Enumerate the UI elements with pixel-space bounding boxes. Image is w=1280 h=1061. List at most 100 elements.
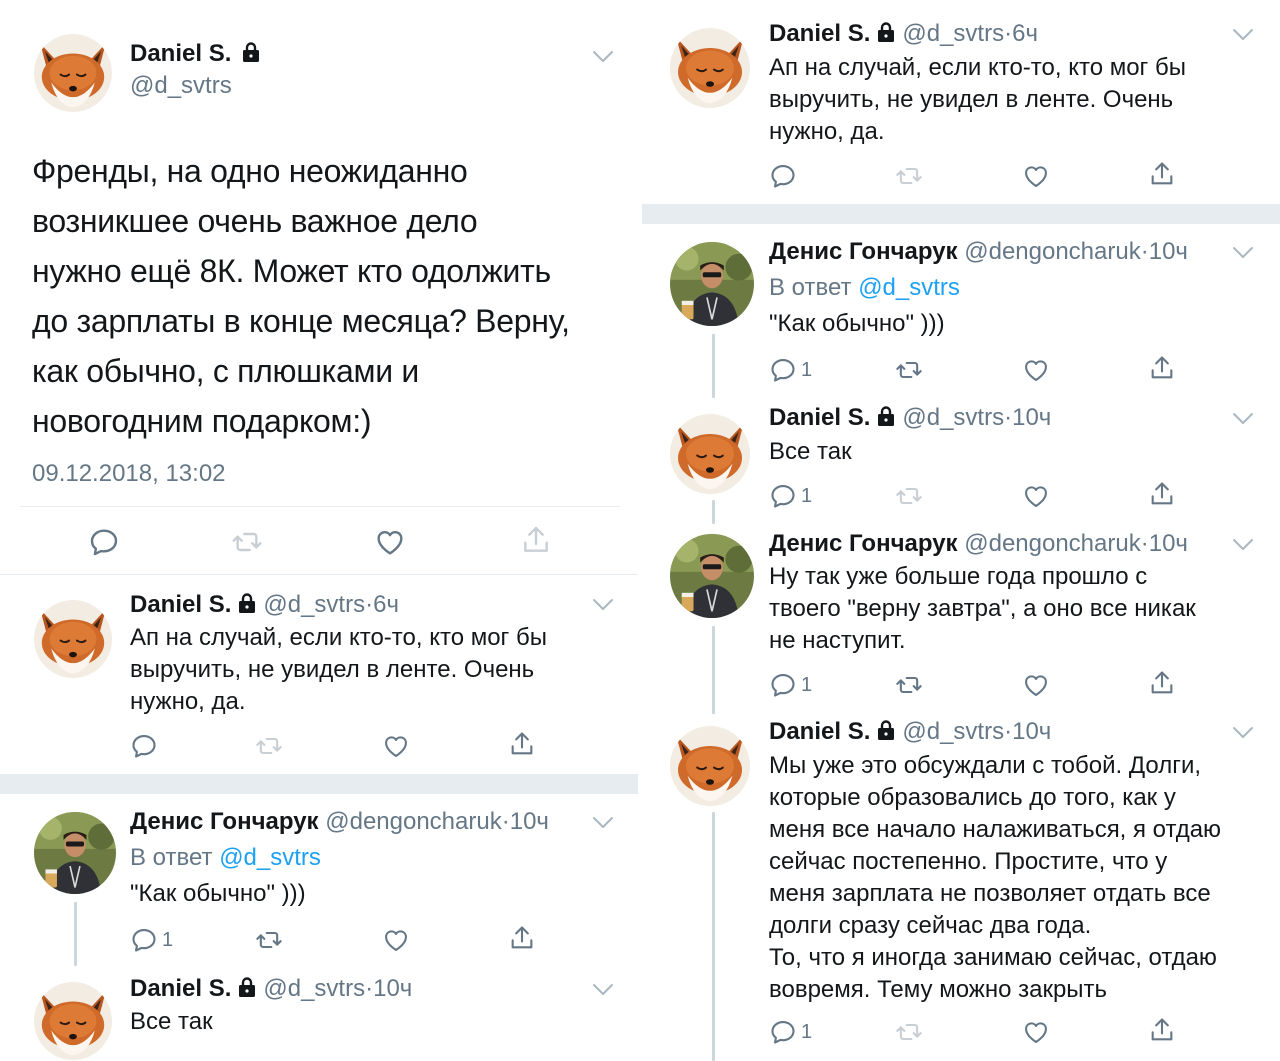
- chevron-down-icon[interactable]: [1232, 28, 1254, 42]
- author-name[interactable]: Daniel S.: [769, 718, 870, 745]
- person-avatar-icon: [670, 242, 754, 326]
- chevron-down-icon[interactable]: [592, 598, 614, 612]
- reply-button[interactable]: 1: [769, 1018, 812, 1046]
- retweet-button[interactable]: [254, 926, 284, 954]
- avatar[interactable]: [670, 242, 754, 326]
- share-button[interactable]: [1148, 354, 1176, 382]
- author-handle[interactable]: @d_svtrs: [263, 975, 365, 1002]
- like-button[interactable]: [1022, 356, 1050, 384]
- tweet-time[interactable]: 6ч: [373, 591, 399, 618]
- chevron-down-icon[interactable]: [592, 816, 614, 830]
- author-handle[interactable]: @d_svtrs: [902, 718, 1004, 745]
- author-name[interactable]: Денис Гончарук: [769, 530, 958, 557]
- tweet-time[interactable]: 10ч: [1012, 718, 1051, 745]
- tweet-text: Все так: [130, 1008, 213, 1035]
- chevron-down-icon[interactable]: [1232, 538, 1254, 552]
- like-button[interactable]: [1022, 162, 1050, 190]
- avatar[interactable]: [670, 726, 750, 806]
- like-button[interactable]: [382, 732, 410, 760]
- author-name[interactable]: Денис Гончарук: [130, 808, 319, 835]
- reply-button[interactable]: 1: [769, 482, 812, 510]
- tweet-time[interactable]: 10ч: [373, 975, 412, 1002]
- retweet-button[interactable]: [894, 671, 924, 699]
- lock-icon: [876, 719, 896, 741]
- like-button[interactable]: [382, 926, 410, 954]
- author-name[interactable]: Daniel S.: [130, 591, 231, 618]
- chevron-down-icon[interactable]: [1232, 246, 1254, 260]
- retweet-icon: [230, 526, 264, 558]
- avatar[interactable]: [34, 34, 112, 112]
- author-name[interactable]: Денис Гончарук: [769, 238, 958, 265]
- reply-icon: [769, 482, 797, 510]
- like-button[interactable]: [374, 526, 406, 558]
- author-name[interactable]: Daniel S.: [130, 40, 267, 68]
- share-button[interactable]: [1148, 669, 1176, 697]
- retweet-button[interactable]: [254, 732, 284, 760]
- reply-icon: [769, 671, 797, 699]
- avatar[interactable]: [34, 982, 112, 1060]
- reply-button[interactable]: [88, 526, 120, 558]
- chevron-down-icon[interactable]: [1232, 726, 1254, 740]
- reply-button[interactable]: 1: [769, 356, 812, 384]
- chevron-down-icon[interactable]: [1232, 412, 1254, 426]
- author-handle[interactable]: @d_svtrs: [902, 404, 1004, 431]
- chevron-down-icon[interactable]: [592, 983, 614, 997]
- author-name[interactable]: Daniel S.: [769, 404, 870, 431]
- share-icon: [1148, 1016, 1176, 1044]
- share-button[interactable]: [1148, 480, 1176, 508]
- tweet-time[interactable]: 10ч: [1012, 404, 1051, 431]
- thread-line: [712, 812, 715, 1061]
- like-button[interactable]: [1022, 671, 1050, 699]
- author-handle[interactable]: @dengoncharuk: [325, 808, 501, 835]
- author-handle[interactable]: @dengoncharuk: [964, 238, 1140, 265]
- retweet-button[interactable]: [894, 162, 924, 190]
- author-handle[interactable]: @d_svtrs: [263, 591, 365, 618]
- author-handle[interactable]: @dengoncharuk: [964, 530, 1140, 557]
- author-handle[interactable]: @d_svtrs: [130, 72, 232, 100]
- share-button[interactable]: [508, 730, 536, 758]
- reply-context: В ответ @d_svtrs: [130, 842, 321, 874]
- heart-icon: [1022, 482, 1050, 510]
- retweet-button[interactable]: [894, 1018, 924, 1046]
- reply-button[interactable]: 1: [130, 926, 173, 954]
- share-button[interactable]: [508, 924, 536, 952]
- author-name[interactable]: Daniel S.: [130, 975, 231, 1002]
- reply-button[interactable]: [769, 162, 797, 190]
- share-button[interactable]: [520, 524, 552, 556]
- tweet-text: Ну так уже больше года прошло с твоего "…: [769, 563, 1196, 654]
- avatar[interactable]: [670, 414, 750, 494]
- retweet-button[interactable]: [894, 482, 924, 510]
- reply-mention-link[interactable]: @d_svtrs: [858, 274, 960, 301]
- reply-icon: [130, 926, 158, 954]
- reply-mention-link[interactable]: @d_svtrs: [219, 844, 321, 871]
- tweet-text: Ап на случай, если кто-то, кто мог бы вы…: [769, 54, 1186, 145]
- chevron-down-icon[interactable]: [592, 50, 614, 64]
- author-handle[interactable]: @d_svtrs: [902, 20, 1004, 47]
- tweet-time[interactable]: 10ч: [1149, 530, 1188, 557]
- fox-avatar-icon: [670, 28, 750, 108]
- avatar[interactable]: [34, 812, 116, 894]
- tweet-time[interactable]: 6ч: [1012, 20, 1038, 47]
- reply-count: 1: [801, 1020, 813, 1043]
- reply-button[interactable]: [130, 732, 158, 760]
- reply-icon: [769, 356, 797, 384]
- reply-count: 1: [162, 928, 174, 951]
- tweet-time[interactable]: 10ч: [510, 808, 549, 835]
- tweet-time[interactable]: 10ч: [1149, 238, 1188, 265]
- share-button[interactable]: [1148, 1016, 1176, 1044]
- tweet-header: Денис Гончарук @dengoncharuk·10ч: [130, 806, 549, 838]
- tweet-text: Ап на случай, если кто-то, кто мог бы вы…: [130, 624, 547, 715]
- author-name[interactable]: Daniel S.: [769, 20, 870, 47]
- like-button[interactable]: [1022, 482, 1050, 510]
- avatar[interactable]: [34, 600, 112, 678]
- like-button[interactable]: [1022, 1018, 1050, 1046]
- heart-icon: [1022, 356, 1050, 384]
- avatar[interactable]: [670, 28, 750, 108]
- tweet-timestamp[interactable]: 09.12.2018, 13:02: [32, 460, 226, 488]
- avatar[interactable]: [670, 534, 754, 618]
- retweet-button[interactable]: [894, 356, 924, 384]
- share-button[interactable]: [1148, 160, 1176, 188]
- reply-button[interactable]: 1: [769, 671, 812, 699]
- retweet-button[interactable]: [230, 526, 264, 558]
- separator-dot: ·: [1140, 530, 1149, 557]
